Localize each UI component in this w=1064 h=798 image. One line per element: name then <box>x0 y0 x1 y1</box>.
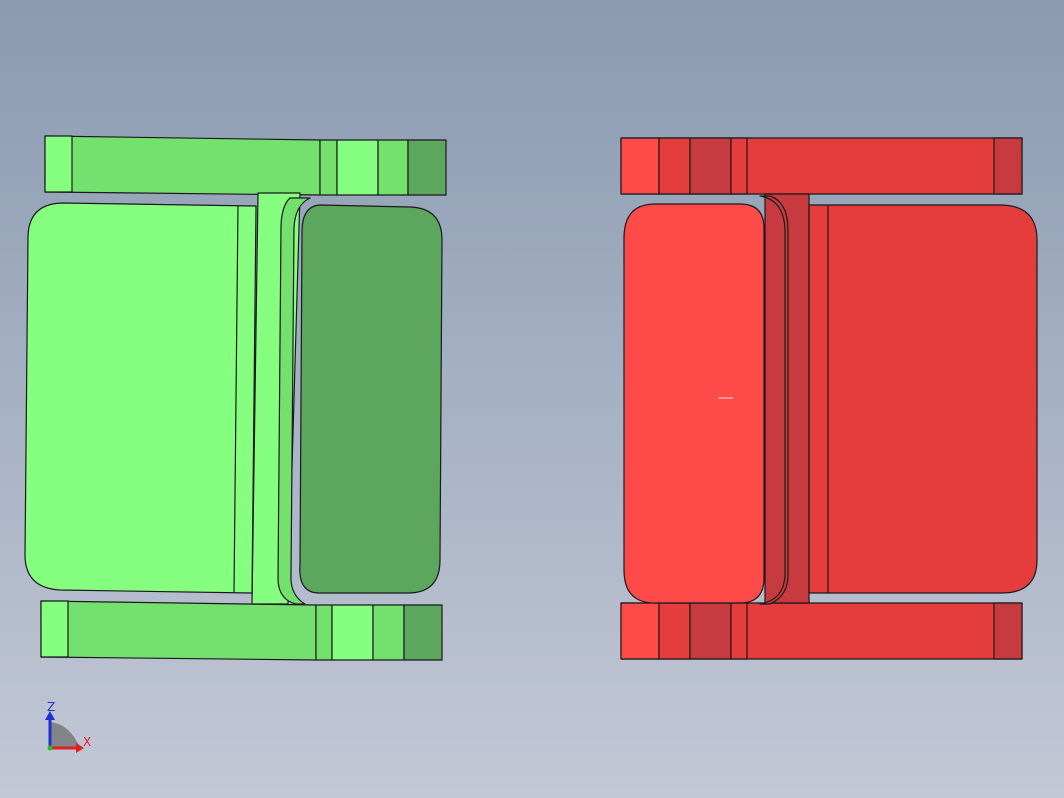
red-center-web[interactable] <box>759 193 810 605</box>
red-part[interactable] <box>620 137 1038 660</box>
triad-plane <box>50 722 80 748</box>
triad-origin <box>47 745 53 751</box>
green-bottom-bar[interactable] <box>40 600 443 661</box>
z-axis-label: Z <box>47 700 55 714</box>
red-top-bar[interactable] <box>620 137 1023 195</box>
green-left-face[interactable] <box>24 202 257 594</box>
red-bottom-bar[interactable] <box>620 602 1023 660</box>
3d-viewport[interactable]: Z X <box>0 0 1064 798</box>
green-part[interactable] <box>24 135 447 661</box>
red-left-face[interactable] <box>623 203 765 604</box>
x-axis-label: X <box>83 735 91 749</box>
green-top-bar[interactable] <box>44 135 447 196</box>
red-right-face[interactable] <box>808 204 1038 594</box>
green-right-face[interactable] <box>299 204 443 594</box>
axis-triad[interactable]: Z X <box>45 700 91 753</box>
